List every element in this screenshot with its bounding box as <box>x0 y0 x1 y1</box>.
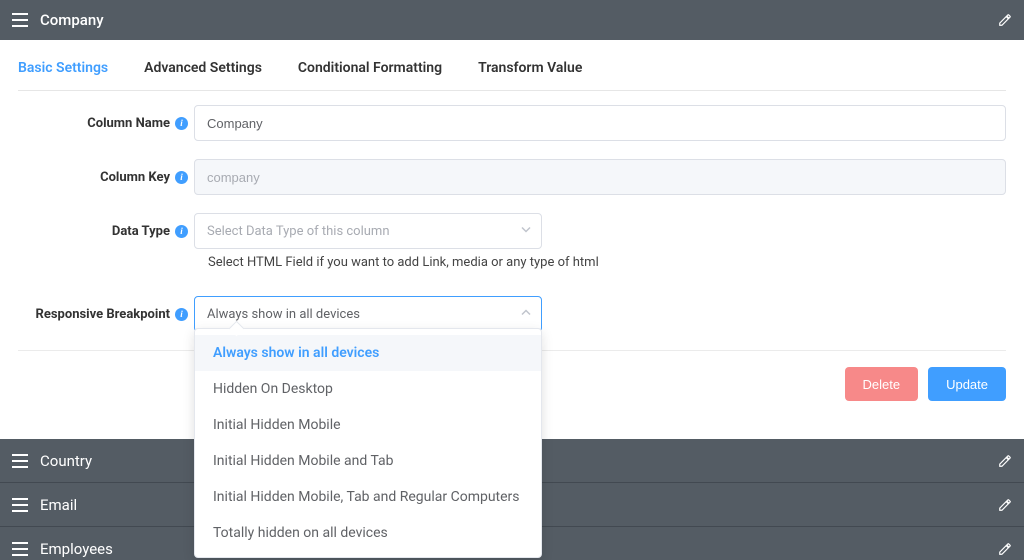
hamburger-icon[interactable] <box>12 13 28 27</box>
panel-title: Company <box>40 11 104 29</box>
edit-icon[interactable] <box>998 542 1012 556</box>
row-title: Country <box>40 452 92 470</box>
tab-advanced-settings[interactable]: Advanced Settings <box>144 60 262 76</box>
dropdown-option[interactable]: Initial Hidden Mobile and Tab <box>195 443 541 479</box>
responsive-breakpoint-select[interactable]: Always show in all devices <box>194 296 542 332</box>
dropdown-option[interactable]: Hidden On Desktop <box>195 371 541 407</box>
hamburger-icon[interactable] <box>12 498 28 512</box>
dropdown-option[interactable]: Always show in all devices <box>195 335 541 371</box>
edit-icon[interactable] <box>998 454 1012 468</box>
column-key-input <box>194 159 1006 195</box>
data-type-select[interactable]: Select Data Type of this column <box>194 213 542 249</box>
row-title: Employees <box>40 540 113 558</box>
info-icon[interactable]: i <box>175 171 188 184</box>
tab-transform-value[interactable]: Transform Value <box>478 60 582 76</box>
edit-icon[interactable] <box>998 13 1012 27</box>
dropdown-option[interactable]: Initial Hidden Mobile, Tab and Regular C… <box>195 479 541 515</box>
responsive-breakpoint-label: Responsive Breakpoint i <box>18 307 194 322</box>
panel-header: Company <box>0 0 1024 40</box>
tab-basic-settings[interactable]: Basic Settings <box>18 60 108 76</box>
dropdown-option[interactable]: Initial Hidden Mobile <box>195 407 541 443</box>
row-title: Email <box>40 496 77 514</box>
column-key-label: Column Key i <box>18 170 194 185</box>
info-icon[interactable]: i <box>175 117 188 130</box>
select-placeholder: Select Data Type of this column <box>207 224 390 239</box>
responsive-breakpoint-dropdown: Always show in all devices Hidden On Des… <box>194 328 542 558</box>
hamburger-icon[interactable] <box>12 454 28 468</box>
data-type-helper: Select HTML Field if you want to add Lin… <box>194 255 1006 270</box>
info-icon[interactable]: i <box>175 308 188 321</box>
column-name-label: Column Name i <box>18 116 194 131</box>
tabs: Basic Settings Advanced Settings Conditi… <box>18 40 1006 91</box>
tab-conditional-formatting[interactable]: Conditional Formatting <box>298 60 442 76</box>
select-value: Always show in all devices <box>207 307 360 322</box>
chevron-down-icon <box>521 224 531 239</box>
delete-button[interactable]: Delete <box>845 367 919 401</box>
chevron-up-icon <box>521 307 531 322</box>
edit-icon[interactable] <box>998 498 1012 512</box>
dropdown-option[interactable]: Totally hidden on all devices <box>195 515 541 551</box>
update-button[interactable]: Update <box>928 367 1006 401</box>
data-type-label: Data Type i <box>18 224 194 239</box>
info-icon[interactable]: i <box>175 225 188 238</box>
hamburger-icon[interactable] <box>12 542 28 556</box>
column-name-input[interactable] <box>194 105 1006 141</box>
